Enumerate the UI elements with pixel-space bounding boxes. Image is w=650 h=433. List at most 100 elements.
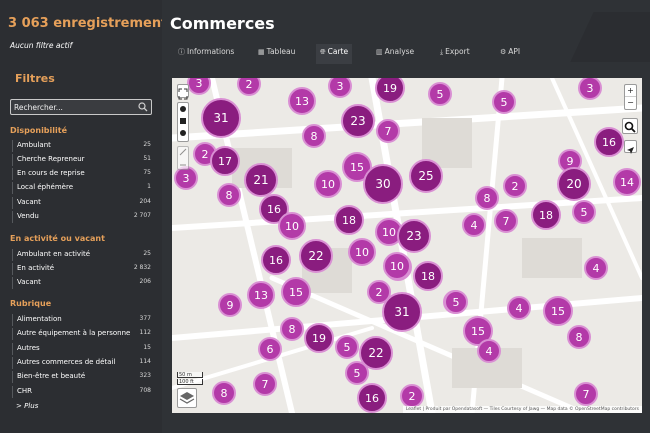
- cluster-marker[interactable]: 8: [567, 325, 591, 349]
- cluster-marker[interactable]: 31: [382, 292, 422, 332]
- facet-item[interactable]: En activité 2 832: [12, 263, 152, 275]
- locate-button[interactable]: [624, 140, 637, 154]
- more-link[interactable]: > Plus: [16, 402, 38, 410]
- edit-toolbar[interactable]: [177, 146, 189, 170]
- cluster-marker[interactable]: 8: [302, 124, 326, 148]
- cluster-marker[interactable]: 17: [210, 146, 240, 176]
- cluster-marker[interactable]: 23: [341, 104, 375, 138]
- facet-item[interactable]: Ambulant en activité 25: [12, 249, 152, 261]
- cluster-marker[interactable]: 5: [335, 335, 359, 359]
- cluster-marker[interactable]: 15: [281, 277, 311, 307]
- facet-item[interactable]: Vacant 204: [12, 197, 152, 209]
- map[interactable]: 3 2 13 3 19 5 31 23 7 3 8 5 16 2 17 15 30 25 8 9 3 21 10 2 20 14 8…: [172, 78, 642, 413]
- cluster-count: 15: [289, 286, 303, 299]
- cluster-marker[interactable]: 6: [258, 337, 282, 361]
- facet-count: 204: [139, 198, 151, 205]
- tab-carte[interactable]: 🌐︎ Carte: [316, 44, 353, 64]
- map-canvas[interactable]: 3 2133 19 531 23738516217 153025893 21 10 2 20 148…: [172, 78, 642, 413]
- layers-button[interactable]: [177, 388, 197, 408]
- facet-item[interactable]: En cours de reprise 75: [12, 168, 152, 180]
- cluster-marker[interactable]: 16: [261, 245, 291, 275]
- cluster-marker[interactable]: 16: [594, 127, 624, 157]
- cluster-marker[interactable]: 20: [557, 167, 591, 201]
- cluster-marker[interactable]: 13: [247, 281, 275, 309]
- cluster-marker[interactable]: 18: [413, 261, 443, 291]
- cluster-count: 19: [383, 82, 397, 95]
- cluster-marker[interactable]: 8: [217, 183, 241, 207]
- cluster-marker[interactable]: 7: [253, 372, 277, 396]
- cluster-marker[interactable]: 3: [328, 78, 352, 98]
- section-title-rubrique[interactable]: Rubrique: [10, 299, 51, 308]
- section-title-disponibilite[interactable]: Disponibilité: [10, 126, 67, 135]
- cluster-marker[interactable]: 10: [278, 212, 306, 240]
- cluster-marker[interactable]: 16: [357, 383, 387, 413]
- facet-item[interactable]: Ambulant 25: [12, 140, 152, 152]
- cluster-marker[interactable]: 19: [375, 78, 405, 103]
- cluster-marker[interactable]: 18: [531, 200, 561, 230]
- cluster-marker[interactable]: 4: [477, 339, 501, 363]
- cluster-marker[interactable]: 9: [218, 293, 242, 317]
- facet-label: En activité: [17, 264, 55, 272]
- tab-informations[interactable]: ⓘ Informations: [178, 47, 234, 63]
- cluster-marker[interactable]: 5: [444, 290, 468, 314]
- zoom-in-button[interactable]: +: [625, 85, 636, 97]
- cluster-count: 18: [342, 214, 356, 227]
- cluster-marker[interactable]: 3: [578, 78, 602, 100]
- cluster-marker[interactable]: 5: [492, 90, 516, 114]
- facet-item[interactable]: CHR 708: [12, 386, 152, 398]
- cluster-marker[interactable]: 7: [376, 119, 400, 143]
- cluster-count: 8: [226, 189, 233, 202]
- facet-item[interactable]: Bien-être et beauté 323: [12, 371, 152, 383]
- map-attribution[interactable]: Leaflet | Produit par Opendatasoft — Til…: [402, 406, 642, 413]
- cluster-marker[interactable]: 8: [212, 381, 236, 405]
- facet-item[interactable]: Local éphémère 1: [12, 182, 152, 194]
- cluster-marker[interactable]: 23: [397, 219, 431, 253]
- cluster-marker[interactable]: 31: [201, 98, 241, 138]
- facet-item[interactable]: Alimentation 377: [12, 314, 152, 326]
- draw-tools-icon[interactable]: [178, 103, 188, 141]
- cluster-marker[interactable]: 10: [314, 170, 342, 198]
- map-search-button[interactable]: [622, 118, 638, 134]
- cluster-marker[interactable]: 2: [400, 384, 424, 408]
- cluster-marker[interactable]: 5: [428, 82, 452, 106]
- tab-tableau[interactable]: ▦ Tableau: [258, 47, 295, 63]
- facet-item[interactable]: Vendu 2 707: [12, 211, 152, 223]
- search-icon[interactable]: [138, 102, 148, 112]
- tab-api[interactable]: ⚙ API: [500, 47, 520, 63]
- cluster-marker[interactable]: 25: [409, 159, 443, 193]
- cluster-count: 4: [516, 302, 523, 315]
- cluster-marker[interactable]: 14: [613, 168, 641, 196]
- facet-item[interactable]: Vacant 206: [12, 277, 152, 289]
- facet-item[interactable]: Autre équipement à la personne 112: [12, 328, 152, 340]
- tab-export[interactable]: ⤓ Export: [440, 47, 470, 63]
- cluster-marker[interactable]: 7: [494, 209, 518, 233]
- cluster-marker[interactable]: 19: [304, 323, 334, 353]
- cluster-marker[interactable]: 7: [574, 382, 598, 406]
- facet-item[interactable]: Autres 15: [12, 343, 152, 355]
- section-title-en-activite[interactable]: En activité ou vacant: [10, 234, 105, 243]
- cluster-marker[interactable]: 8: [280, 317, 304, 341]
- cluster-marker[interactable]: 13: [288, 87, 316, 115]
- cluster-marker[interactable]: 10: [348, 238, 376, 266]
- cluster-marker[interactable]: 5: [572, 200, 596, 224]
- zoom-out-button[interactable]: −: [625, 97, 636, 109]
- tab-analyse[interactable]: ▥ Analyse: [376, 47, 414, 63]
- cluster-marker[interactable]: 4: [584, 256, 608, 280]
- fullscreen-button[interactable]: [177, 84, 189, 100]
- cluster-marker[interactable]: 21: [244, 163, 278, 197]
- cluster-marker[interactable]: 18: [334, 205, 364, 235]
- cluster-marker[interactable]: 5: [345, 361, 369, 385]
- cluster-marker[interactable]: 22: [299, 239, 333, 273]
- cluster-marker[interactable]: 15: [543, 296, 573, 326]
- cluster-marker[interactable]: 30: [363, 164, 403, 204]
- cluster-marker[interactable]: 4: [507, 296, 531, 320]
- cluster-marker[interactable]: 2: [237, 78, 261, 96]
- facet-item[interactable]: Cherche Repreneur 51: [12, 154, 152, 166]
- cluster-marker[interactable]: 10: [383, 252, 411, 280]
- search-input[interactable]: [11, 100, 135, 114]
- cluster-marker[interactable]: 2: [503, 174, 527, 198]
- facet-item[interactable]: Autres commerces de détail 114: [12, 357, 152, 369]
- cluster-marker[interactable]: 3: [187, 78, 211, 95]
- cluster-marker[interactable]: 8: [475, 186, 499, 210]
- cluster-marker[interactable]: 4: [462, 213, 486, 237]
